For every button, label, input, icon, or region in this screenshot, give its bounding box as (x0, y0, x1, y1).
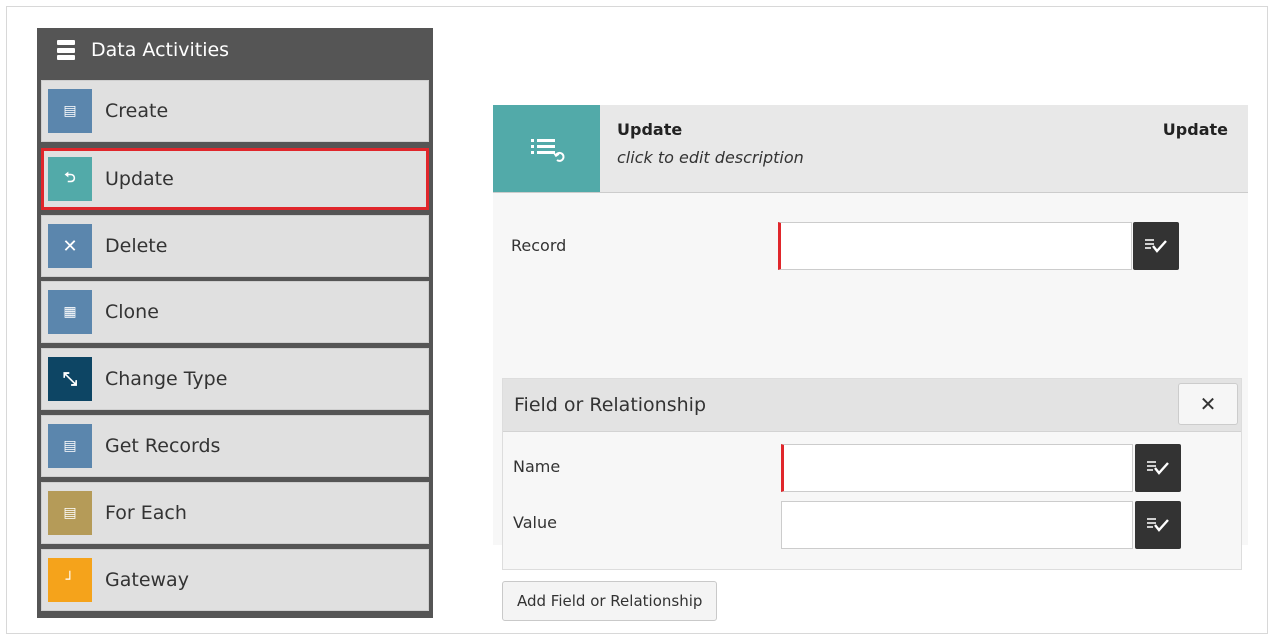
group-title: Field or Relationship (514, 394, 707, 416)
data-activities-icon (57, 40, 75, 60)
name-input[interactable] (781, 444, 1133, 492)
activity-update[interactable]: ⮌ Update (41, 148, 429, 210)
activity-get-records[interactable]: ▤ Get Records (41, 415, 429, 477)
activity-label: Change Type (105, 368, 228, 390)
create-icon: ▤ (48, 89, 92, 133)
activity-type-label: Update (1162, 120, 1228, 139)
activity-label: Update (105, 168, 174, 190)
data-activities-panel: Data Activities ▤ Create ⮌ Update ✕ Dele… (37, 28, 433, 618)
activity-label: Clone (105, 301, 159, 323)
value-input[interactable] (781, 501, 1133, 549)
activity-label: Gateway (105, 569, 189, 591)
palette-title: Data Activities (91, 39, 230, 61)
change-type-icon: ⤡ (48, 357, 92, 401)
update-list-icon (493, 105, 600, 192)
remove-group-button[interactable]: ✕ (1178, 383, 1238, 425)
gateway-icon: ┘ (48, 558, 92, 602)
editor-body: Record Field or Relationship ✕ Name Valu… (493, 193, 1248, 621)
record-label: Record (511, 236, 567, 255)
update-activity-editor: Update click to edit description Update … (493, 105, 1248, 621)
for-each-icon: ▤ (48, 491, 92, 535)
update-icon: ⮌ (48, 157, 92, 201)
clone-icon: ▦ (48, 290, 92, 334)
close-icon: ✕ (1199, 392, 1217, 416)
activity-for-each[interactable]: ▤ For Each (41, 482, 429, 544)
activity-label: Create (105, 100, 169, 122)
activity-label: Get Records (105, 435, 221, 457)
name-label: Name (513, 457, 561, 476)
name-picker-button[interactable] (1135, 444, 1181, 492)
variable-picker-icon (1147, 518, 1169, 532)
group-header: Field or Relationship ✕ (503, 379, 1241, 432)
get-records-icon: ▤ (48, 424, 92, 468)
record-input[interactable] (778, 222, 1132, 270)
activity-label: Delete (105, 235, 168, 257)
record-picker-button[interactable] (1133, 222, 1179, 270)
value-picker-button[interactable] (1135, 501, 1181, 549)
activity-change-type[interactable]: ⤡ Change Type (41, 348, 429, 410)
activity-gateway[interactable]: ┘ Gateway (41, 549, 429, 611)
variable-picker-icon (1145, 239, 1167, 253)
activity-clone[interactable]: ▦ Clone (41, 281, 429, 343)
delete-icon: ✕ (48, 224, 92, 268)
field-relationship-group: Field or Relationship ✕ Name Value (502, 378, 1242, 570)
activity-create[interactable]: ▤ Create (41, 80, 429, 142)
activity-label: For Each (105, 502, 187, 524)
add-field-relationship-button[interactable]: Add Field or Relationship (502, 581, 718, 621)
palette-header: Data Activities (37, 28, 433, 72)
activity-description[interactable]: click to edit description (617, 148, 804, 167)
activity-title[interactable]: Update (617, 120, 682, 139)
activity-delete[interactable]: ✕ Delete (41, 215, 429, 277)
editor-header: Update click to edit description Update (493, 105, 1248, 193)
value-label: Value (513, 513, 557, 532)
variable-picker-icon (1147, 461, 1169, 475)
